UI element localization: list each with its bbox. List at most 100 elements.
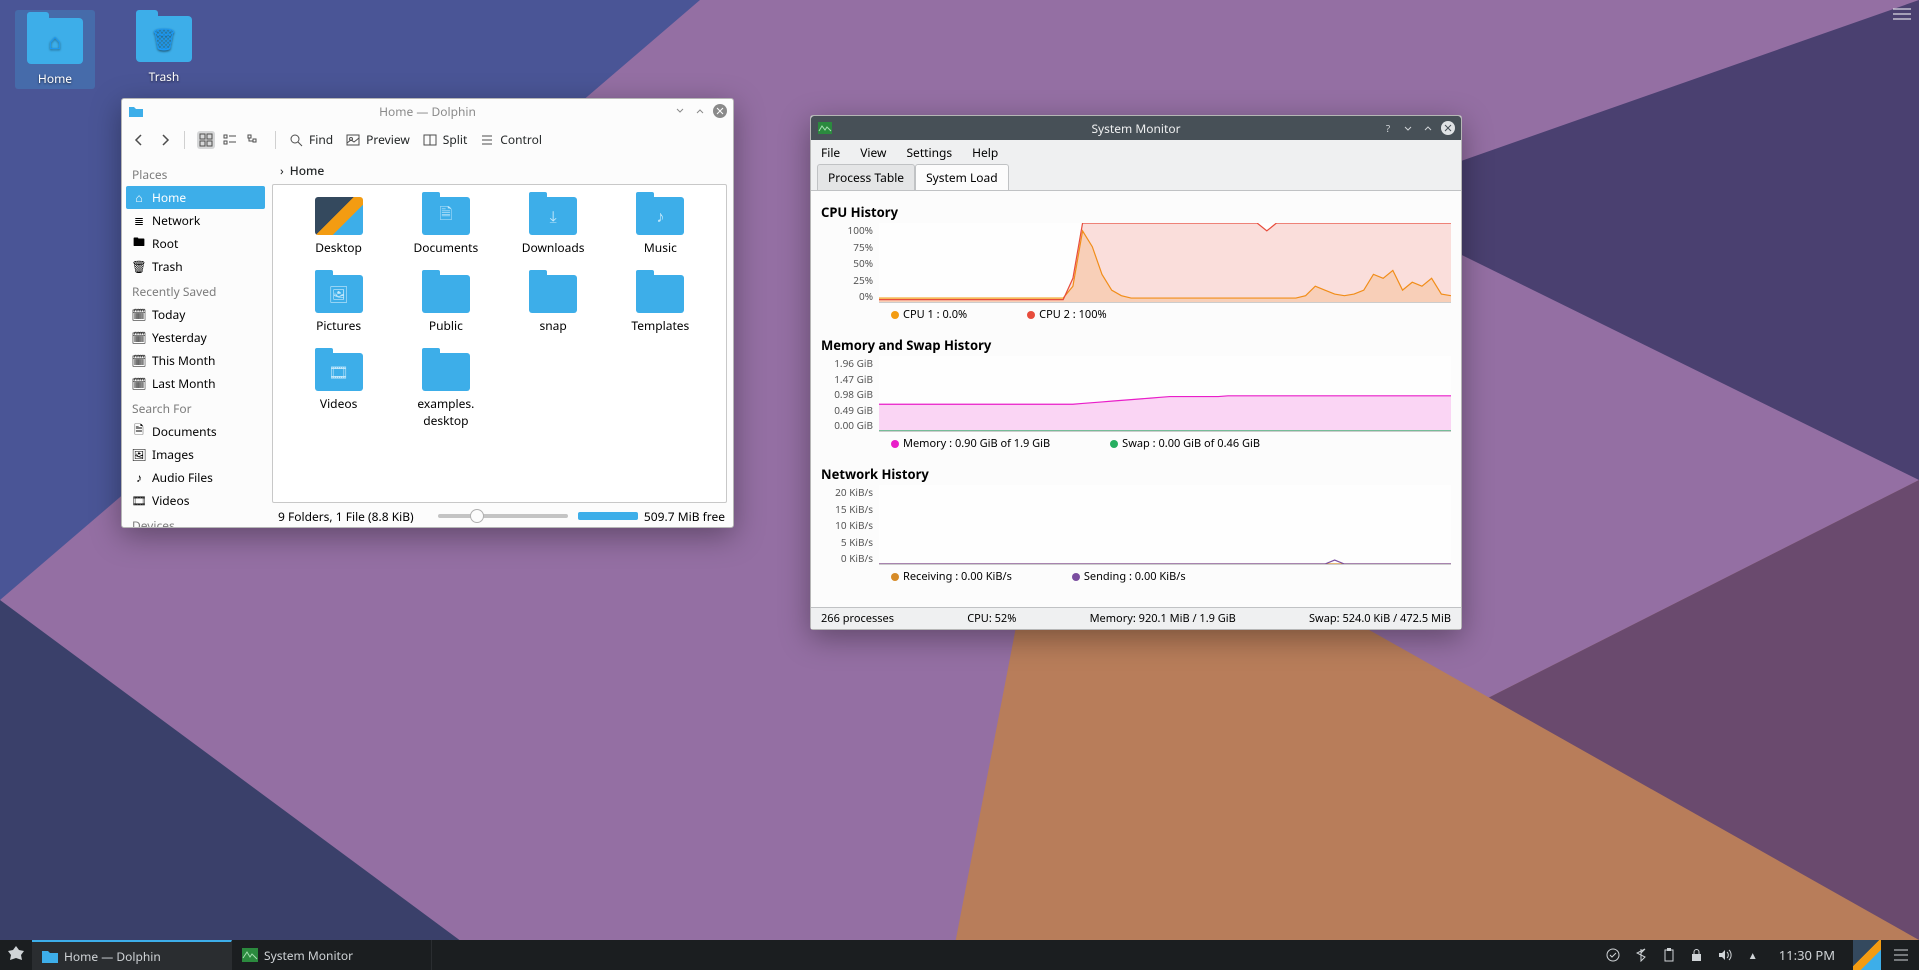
show-desktop-button[interactable] xyxy=(1853,940,1881,970)
zoom-slider[interactable] xyxy=(438,514,568,518)
sidebar-places-icon: ⌂ xyxy=(132,191,146,205)
sidebar-recent-icon: 🗓 xyxy=(132,308,146,322)
net-chart xyxy=(879,485,1451,565)
breadcrumb[interactable]: › Home xyxy=(270,157,733,184)
sidebar-places-icon: 🗑 xyxy=(132,260,146,274)
folder-icon xyxy=(529,275,577,313)
panel-handle[interactable] xyxy=(1893,8,1911,20)
forward-button[interactable] xyxy=(158,133,172,147)
sidebar-item-label: Yesterday xyxy=(152,329,207,346)
task-home-dolphin[interactable]: Home — Dolphin xyxy=(32,940,232,970)
tab-process-table[interactable]: Process Table xyxy=(817,164,915,190)
bluetooth-icon[interactable] xyxy=(1633,947,1649,963)
sidebar-places-trash[interactable]: 🗑Trash xyxy=(122,255,269,278)
grid-item-downloads[interactable]: ⤓Downloads xyxy=(500,197,607,275)
sidebar-places-network[interactable]: ≣Network xyxy=(122,209,269,232)
clock[interactable]: 11:30 PM xyxy=(1773,946,1841,964)
dolphin-sidebar: Places ⌂ Home ≣Network🖿Root🗑Trash Recently… xyxy=(122,157,270,527)
menu-view[interactable]: View xyxy=(860,144,886,161)
home-desktop-icon[interactable]: ⌂ Home xyxy=(15,10,95,89)
sidebar-places-root[interactable]: 🖿Root xyxy=(122,232,269,255)
lock-icon[interactable] xyxy=(1689,947,1705,963)
maximize-button[interactable] xyxy=(1421,121,1435,135)
sidebar-search-icon: 🎞 xyxy=(132,494,146,508)
control-button[interactable]: Control xyxy=(479,131,542,148)
panel-menu-icon[interactable] xyxy=(1893,947,1909,963)
volume-icon[interactable] xyxy=(1717,947,1733,963)
task-list: Home — Dolphin System Monitor xyxy=(32,940,432,970)
folder-icon xyxy=(422,353,470,391)
find-button[interactable]: Find xyxy=(288,131,333,148)
grid-item-documents[interactable]: 🗎Documents xyxy=(392,197,499,275)
grid-item-examples-desktop[interactable]: examples. desktop xyxy=(392,353,499,431)
sidebar-recent-last-month[interactable]: 🗓Last Month xyxy=(122,372,269,395)
grid-item-snap[interactable]: snap xyxy=(500,275,607,353)
sidebar-search-audio-files[interactable]: ♪Audio Files xyxy=(122,466,269,489)
free-space-bar xyxy=(578,512,638,520)
compact-view-button[interactable] xyxy=(221,131,239,149)
status-summary: 9 Folders, 1 File (8.8 KiB) xyxy=(278,508,414,525)
sidebar-search-images[interactable]: 🖼Images xyxy=(122,443,269,466)
home-icon: ⌂ xyxy=(48,26,61,56)
sidebar-recent-icon: 🗓 xyxy=(132,331,146,345)
sysmon-menu: File View Settings Help xyxy=(811,140,1461,164)
menu-settings[interactable]: Settings xyxy=(906,144,952,161)
preview-icon xyxy=(345,132,361,148)
cpu-chart-title: CPU History xyxy=(821,203,1451,221)
file-grid[interactable]: Desktop 🗎Documents⤓Downloads♪Music 🖼Pictur… xyxy=(272,184,727,503)
trash-desktop-icon[interactable]: 🗑 Trash xyxy=(126,10,202,85)
sidebar-places-home[interactable]: ⌂ Home xyxy=(126,186,265,209)
menu-help[interactable]: Help xyxy=(972,144,998,161)
sidebar-item-label: Last Month xyxy=(152,375,216,392)
menu-file[interactable]: File xyxy=(821,144,840,161)
sidebar-recent-yesterday[interactable]: 🗓 Yesterday xyxy=(122,326,269,349)
status-memory: Memory: 920.1 MiB / 1.9 GiB xyxy=(1090,611,1236,626)
split-button[interactable]: Split xyxy=(422,131,468,148)
sidebar-header-recent: Recently Saved xyxy=(122,278,269,303)
details-view-button[interactable] xyxy=(245,131,263,149)
preview-button[interactable]: Preview xyxy=(345,131,410,148)
sidebar-search-videos[interactable]: 🎞Videos xyxy=(122,489,269,512)
close-button[interactable] xyxy=(1441,121,1455,135)
tab-system-load[interactable]: System Load xyxy=(915,164,1009,190)
grid-item-videos[interactable]: 🎞Videos xyxy=(285,353,392,431)
search-icon xyxy=(288,132,304,148)
sidebar-recent-today[interactable]: 🗓Today xyxy=(122,303,269,326)
icon-view-button[interactable] xyxy=(197,131,215,149)
minimize-button[interactable] xyxy=(1401,121,1415,135)
sidebar-search-documents[interactable]: 🗎Documents xyxy=(122,420,269,443)
grid-item-public[interactable]: Public xyxy=(392,275,499,353)
status-swap: Swap: 524.0 KiB / 472.5 MiB xyxy=(1309,611,1451,626)
close-button[interactable] xyxy=(713,104,727,118)
sidebar-item-label: This Month xyxy=(152,352,215,369)
sidebar-recent-icon: 🗓 xyxy=(132,354,146,368)
maximize-button[interactable] xyxy=(693,104,707,118)
cpu-chart xyxy=(879,223,1451,303)
folder-icon xyxy=(315,197,363,235)
updates-icon[interactable] xyxy=(1605,947,1621,963)
grid-item-label: Desktop xyxy=(315,239,362,256)
dolphin-titlebar[interactable]: Home — Dolphin xyxy=(122,99,733,123)
desktop-icon-label: Trash xyxy=(149,68,180,85)
mem-chart-title: Memory and Swap History xyxy=(821,336,1451,354)
grid-item-templates[interactable]: Templates xyxy=(607,275,714,353)
grid-item-desktop[interactable]: Desktop xyxy=(285,197,392,275)
minimize-button[interactable] xyxy=(673,104,687,118)
folder-icon xyxy=(636,275,684,313)
sidebar-recent-this-month[interactable]: 🗓 This Month xyxy=(122,349,269,372)
help-button[interactable] xyxy=(1381,121,1395,135)
task-system-monitor[interactable]: System Monitor xyxy=(232,940,432,970)
back-button[interactable] xyxy=(132,133,146,147)
sidebar-header-places: Places xyxy=(122,161,269,186)
tray-expand-icon[interactable]: ▲ xyxy=(1745,947,1761,963)
app-launcher[interactable] xyxy=(0,940,32,970)
grid-item-music[interactable]: ♪Music xyxy=(607,197,714,275)
sysmon-titlebar[interactable]: System Monitor xyxy=(811,116,1461,140)
grid-item-label: Documents xyxy=(414,239,479,256)
net-ylabels: 20 KiB/s15 KiB/s10 KiB/s5 KiB/s0 KiB/s xyxy=(821,485,873,565)
mem-chart xyxy=(879,356,1451,432)
grid-item-pictures[interactable]: 🖼Pictures xyxy=(285,275,392,353)
sidebar-item-label: Home xyxy=(152,189,186,206)
clipboard-icon[interactable] xyxy=(1661,947,1677,963)
task-label: System Monitor xyxy=(264,947,353,964)
